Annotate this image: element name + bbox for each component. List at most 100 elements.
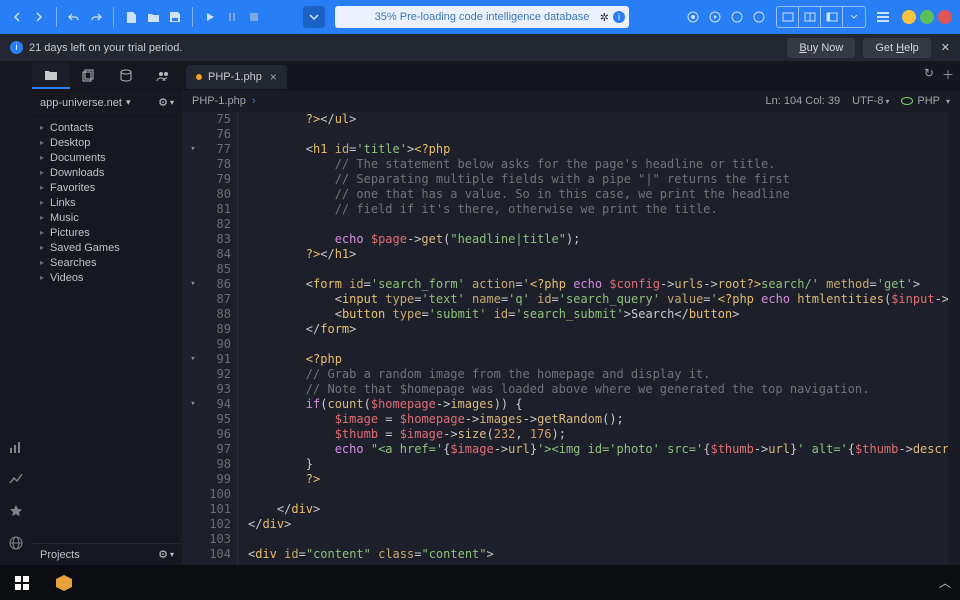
layout-more-icon[interactable] — [843, 7, 865, 27]
chevron-right-icon: ▸ — [40, 153, 50, 162]
encoding[interactable]: UTF-8▾ — [852, 95, 889, 107]
close-dot[interactable] — [938, 10, 952, 24]
sidebar-item[interactable]: ▸Links — [32, 195, 182, 210]
tab-php-1[interactable]: PHP-1.php × — [186, 65, 287, 89]
main-toolbar: 35% Pre-loading code intelligence databa… — [0, 0, 960, 34]
chevron-down-icon: ▾ — [126, 97, 131, 108]
maximize-dot[interactable] — [920, 10, 934, 24]
sidebar-item[interactable]: ▸Desktop — [32, 135, 182, 150]
sidebar-item[interactable]: ▸Favorites — [32, 180, 182, 195]
code-content[interactable]: ?></ul> <h1 id='title'><?php // The stat… — [238, 112, 960, 565]
line-chart-icon[interactable] — [6, 469, 26, 489]
start-button[interactable] — [0, 565, 44, 600]
chevron-right-icon: ▸ — [40, 258, 50, 267]
run-button[interactable] — [199, 6, 221, 28]
projects-header[interactable]: Projects ⚙▾ — [32, 543, 182, 565]
breadcrumb[interactable]: PHP-1.php › — [182, 90, 756, 112]
reload-icon[interactable]: ↻ — [924, 66, 934, 83]
modified-dot-icon — [196, 74, 202, 80]
back-button[interactable] — [6, 6, 28, 28]
hamburger-icon[interactable] — [872, 6, 894, 28]
forward-button[interactable] — [28, 6, 50, 28]
undo-button[interactable] — [63, 6, 85, 28]
chevron-right-icon: ▸ — [40, 138, 50, 147]
editor-area: PHP-1.php × ↻ ＋ PHP-1.php › Ln: 104 Col:… — [182, 62, 960, 565]
gear-icon[interactable]: ✲ — [600, 11, 609, 24]
gear-icon[interactable]: ⚙ — [158, 96, 168, 109]
chart-icon[interactable] — [6, 437, 26, 457]
layout-panel-icon[interactable] — [821, 7, 843, 27]
tab-bar: PHP-1.php × ↻ ＋ — [182, 62, 960, 90]
add-tab-icon[interactable]: ＋ — [942, 66, 954, 83]
gear-icon[interactable]: ⚙ — [158, 548, 168, 561]
minimize-dot[interactable] — [902, 10, 916, 24]
separator — [192, 7, 193, 27]
fold-gutter[interactable]: ▾▾▾▾ — [182, 112, 204, 565]
info-icon: i — [10, 41, 23, 54]
status-row: Ln: 104 Col: 39 UTF-8▾ PHP▾ — [756, 90, 960, 112]
sidebar-item[interactable]: ▸Videos — [32, 270, 182, 285]
trial-text: 21 days left on your trial period. — [29, 42, 182, 54]
sidebar-tab-db[interactable] — [107, 62, 145, 89]
search-bar[interactable]: 35% Pre-loading code intelligence databa… — [335, 6, 629, 28]
star-icon[interactable] — [6, 501, 26, 521]
tab-label: PHP-1.php — [208, 71, 262, 83]
item-label: Links — [50, 197, 76, 209]
item-label: Music — [50, 212, 79, 224]
sidebar-tab-files[interactable] — [32, 62, 70, 89]
layout-split-icon[interactable] — [799, 7, 821, 27]
cursor-position[interactable]: Ln: 104 Col: 39 — [766, 95, 841, 107]
buy-now-button[interactable]: Buy Now — [787, 38, 855, 58]
sidebar-tab-users[interactable] — [145, 62, 183, 89]
chevron-right-icon: ▸ — [40, 168, 50, 177]
open-file-button[interactable] — [142, 6, 164, 28]
circle-icon[interactable] — [726, 6, 748, 28]
loading-text: 35% Pre-loading code intelligence databa… — [335, 11, 629, 23]
windows-taskbar: ︿ — [0, 565, 960, 600]
language-mode[interactable]: PHP▾ — [901, 95, 950, 107]
sidebar-item[interactable]: ▸Contacts — [32, 120, 182, 135]
eye-icon — [901, 97, 913, 105]
chevron-right-icon: ▸ — [40, 123, 50, 132]
more-dropdown[interactable] — [303, 6, 325, 28]
pause-button[interactable] — [221, 6, 243, 28]
item-label: Desktop — [50, 137, 90, 149]
save-button[interactable] — [164, 6, 186, 28]
chevron-right-icon: ▸ — [40, 243, 50, 252]
item-label: Downloads — [50, 167, 104, 179]
globe-icon[interactable] — [6, 533, 26, 553]
breadcrumb-file: PHP-1.php — [192, 95, 246, 107]
sidebar-item[interactable]: ▸Downloads — [32, 165, 182, 180]
projects-label: Projects — [40, 549, 80, 561]
info-icon[interactable]: i — [613, 11, 625, 23]
play-small-icon[interactable] — [704, 6, 726, 28]
code-area[interactable]: ▾▾▾▾ 75767778798081828384858687888990919… — [182, 112, 960, 565]
sidebar-item[interactable]: ▸Documents — [32, 150, 182, 165]
left-rail — [0, 62, 32, 565]
stop-button[interactable] — [243, 6, 265, 28]
tray-chevron-up-icon[interactable]: ︿ — [930, 574, 960, 591]
close-icon[interactable]: ✕ — [941, 41, 950, 54]
sidebar-tabs — [32, 62, 182, 90]
circle-icon-2[interactable] — [748, 6, 770, 28]
layout-single-icon[interactable] — [777, 7, 799, 27]
new-file-button[interactable] — [120, 6, 142, 28]
record-icon[interactable] — [682, 6, 704, 28]
trial-bar: i 21 days left on your trial period. Buy… — [0, 34, 960, 62]
item-label: Saved Games — [50, 242, 120, 254]
sidebar-tab-copy[interactable] — [70, 62, 108, 89]
close-icon[interactable]: × — [270, 70, 277, 84]
redo-button[interactable] — [85, 6, 107, 28]
get-help-button[interactable]: Get Help — [863, 38, 930, 58]
sidebar-item[interactable]: ▸Saved Games — [32, 240, 182, 255]
host-selector[interactable]: app-universe.net ▾ ⚙▾ — [32, 90, 182, 116]
line-number-gutter: 7576777879808182838485868788899091929394… — [204, 112, 238, 565]
chevron-right-icon: ▸ — [40, 213, 50, 222]
item-label: Documents — [50, 152, 106, 164]
sidebar-item[interactable]: ▸Searches — [32, 255, 182, 270]
sidebar-item[interactable]: ▸Music — [32, 210, 182, 225]
host-label: app-universe.net — [40, 97, 122, 109]
sidebar-item[interactable]: ▸Pictures — [32, 225, 182, 240]
folder-tree: ▸Contacts▸Desktop▸Documents▸Downloads▸Fa… — [32, 116, 182, 543]
taskbar-app[interactable] — [44, 565, 84, 600]
